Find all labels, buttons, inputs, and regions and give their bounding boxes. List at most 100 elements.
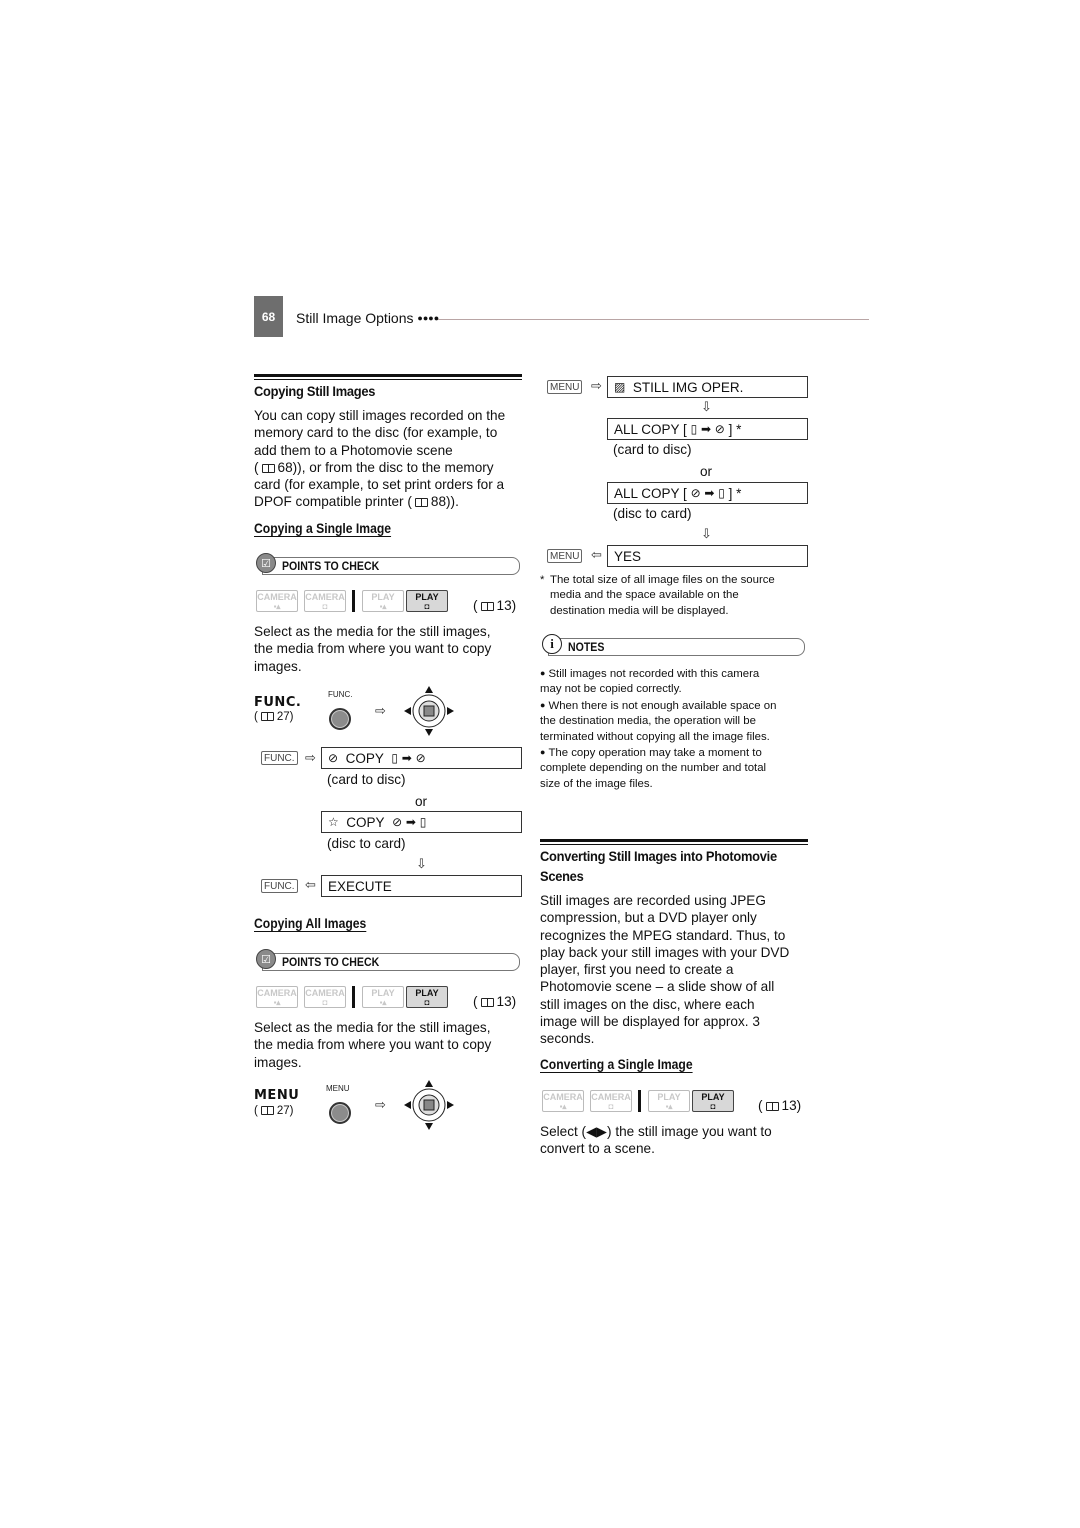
subsection-title-single: Copying a Single Image <box>254 521 392 536</box>
section-title-converting-line2: Scenes <box>540 868 584 884</box>
menu-box-copy-disc-to-card[interactable]: ☆ COPY ⊘ ➡ ▯ <box>321 811 522 833</box>
menu-box-still-img-oper[interactable]: ▨ STILL IMG OPER. <box>607 376 808 398</box>
select-image-paragraph: Select (◀▶) the still image you want to … <box>540 1123 815 1158</box>
func-button[interactable] <box>329 708 351 730</box>
book-icon <box>414 498 428 508</box>
mode-camera-photo: CAMERA ◘ <box>304 590 346 612</box>
text: 68)), or from the disc to the memory <box>277 459 494 475</box>
movie-icon: ▪▴ <box>379 602 387 611</box>
menu-option-label: COPY <box>346 814 385 830</box>
converting-paragraph: Still images are recorded using JPEG com… <box>540 892 815 1048</box>
page-ref: (13) <box>758 1097 801 1114</box>
mode-label: CAMERA <box>257 988 297 998</box>
text-line: image will be displayed for approx. 3 <box>540 1014 760 1030</box>
camera-icon: ◘ <box>608 1102 614 1111</box>
left-arrow-icon: ⇦ <box>591 547 602 562</box>
mode-label: PLAY <box>415 592 439 602</box>
movie-icon: ▪▴ <box>665 1102 673 1111</box>
text-line: Select (◀▶) the still image you want to <box>540 1123 815 1140</box>
right-arrow-icon: ⇨ <box>305 750 316 765</box>
text-line: You can copy still images recorded on th… <box>254 408 506 423</box>
menu-box-copy-card-to-disc[interactable]: ⊘ COPY ▯ ➡ ⊘ <box>321 747 522 769</box>
page-ref: (13) <box>473 993 516 1010</box>
menu-label: MENU <box>254 1088 300 1103</box>
menu-button-caption: MENU <box>326 1084 350 1093</box>
mode-camera-movie: CAMERA ▪▴ <box>256 986 298 1008</box>
paren: ( <box>473 994 478 1009</box>
note-text: may not be copied correctly. <box>540 683 682 696</box>
menu-option-label: STILL IMG OPER. <box>632 379 744 395</box>
text-line: media and the space available on the <box>550 589 739 602</box>
header-rule <box>438 319 869 320</box>
book-icon <box>261 463 275 473</box>
text-line: compression, but a DVD player only <box>540 910 757 926</box>
mode-label: PLAY <box>371 592 395 602</box>
menu-option-label: COPY <box>345 750 384 766</box>
down-arrow-icon: ⇩ <box>701 399 712 414</box>
right-arrow-icon: ⇨ <box>375 1097 386 1112</box>
menu-box-all-copy-card-to-disc[interactable]: ALL COPY [ ▯ ➡ ⊘ ] * <box>607 418 808 440</box>
camera-icon: ◘ <box>710 1102 716 1111</box>
ref-number: 27) <box>276 711 294 723</box>
mode-play-photo: PLAY ◘ <box>406 590 448 612</box>
mode-divider <box>352 986 355 1008</box>
footnote: The total size of all image files on the… <box>550 573 815 619</box>
note-text: complete depending on the number and tot… <box>540 762 767 775</box>
page-ref: (13) <box>473 597 516 614</box>
info-icon: i <box>542 634 562 654</box>
disc-icon: ⊘ <box>690 486 701 500</box>
left-right-arrows-icon: ◀▶ <box>586 1124 608 1139</box>
mode-label: CAMERA <box>591 1092 631 1102</box>
section-rule <box>254 374 522 380</box>
menu-option-label: ALL COPY [ <box>614 485 687 501</box>
execute-option: EXECUTE <box>328 878 392 894</box>
text-line: seconds. <box>540 1031 595 1047</box>
joystick-icon[interactable] <box>403 1079 455 1131</box>
menu-box-execute[interactable]: EXECUTE <box>321 875 522 897</box>
mode-label: PLAY <box>415 988 439 998</box>
select-media-paragraph: Select as the media for the still images… <box>254 1019 524 1071</box>
camera-icon: ◘ <box>322 998 328 1007</box>
footnote-mark: * <box>540 574 545 586</box>
ref-number: 13) <box>496 994 517 1009</box>
intro-paragraph: You can copy still images recorded on th… <box>254 407 524 511</box>
mode-label: PLAY <box>371 988 395 998</box>
text-line: memory card to the disc (for example, to <box>254 425 498 441</box>
func-key: FUNC. <box>261 751 298 765</box>
note-text: When there is not enough available space… <box>540 700 776 712</box>
text-line: Photomovie scene – a slide show of all <box>540 979 775 995</box>
menu-page-ref: (27) <box>254 1105 293 1117</box>
joystick-icon[interactable] <box>403 685 455 737</box>
yes-option: YES <box>614 548 642 564</box>
mode-camera-movie: CAMERA ▪▴ <box>542 1090 584 1112</box>
menu-button[interactable] <box>329 1102 351 1124</box>
text-line: recognizes the MPEG standard. Thus, to <box>540 927 786 943</box>
menu-box-all-copy-disc-to-card[interactable]: ALL COPY [ ⊘ ➡ ▯ ] * <box>607 482 808 504</box>
note-item: The copy operation may take a moment to c… <box>540 745 815 792</box>
text-line: player, first you need to create a <box>540 962 734 978</box>
card-icon: ▯ <box>391 751 398 765</box>
select-media-paragraph: Select as the media for the still images… <box>254 623 524 675</box>
mode-play-movie: PLAY ▪▴ <box>362 590 404 612</box>
mode-label: PLAY <box>657 1092 681 1102</box>
still-image-icon: ▨ <box>614 380 626 394</box>
down-arrow-icon: ⇩ <box>701 526 712 541</box>
right-arrow-icon: ⇨ <box>375 703 386 718</box>
text-line: the media from where you want to copy <box>254 1037 492 1053</box>
text-line: play back your still images with your DV… <box>540 944 790 960</box>
text-line: add them to a Photomovie scene <box>254 442 453 458</box>
mode-label: CAMERA <box>305 988 345 998</box>
running-dots: ●●●● <box>417 313 440 323</box>
disc-to-card-note: (disc to card) <box>327 836 406 851</box>
note-text: the destination media, the operation wil… <box>540 715 756 728</box>
mode-divider <box>352 590 355 612</box>
paren: ( <box>473 598 478 613</box>
mode-camera-movie: CAMERA ▪▴ <box>256 590 298 612</box>
right-arrow-icon: ⇨ <box>591 378 602 393</box>
text: 88)). <box>430 494 459 510</box>
text: ) the still image you want to <box>607 1124 772 1139</box>
ref-number: 13) <box>781 1098 802 1113</box>
menu-box-yes[interactable]: YES <box>607 545 808 567</box>
menu-key: MENU <box>547 380 583 394</box>
card-icon: ▯ <box>718 486 725 500</box>
